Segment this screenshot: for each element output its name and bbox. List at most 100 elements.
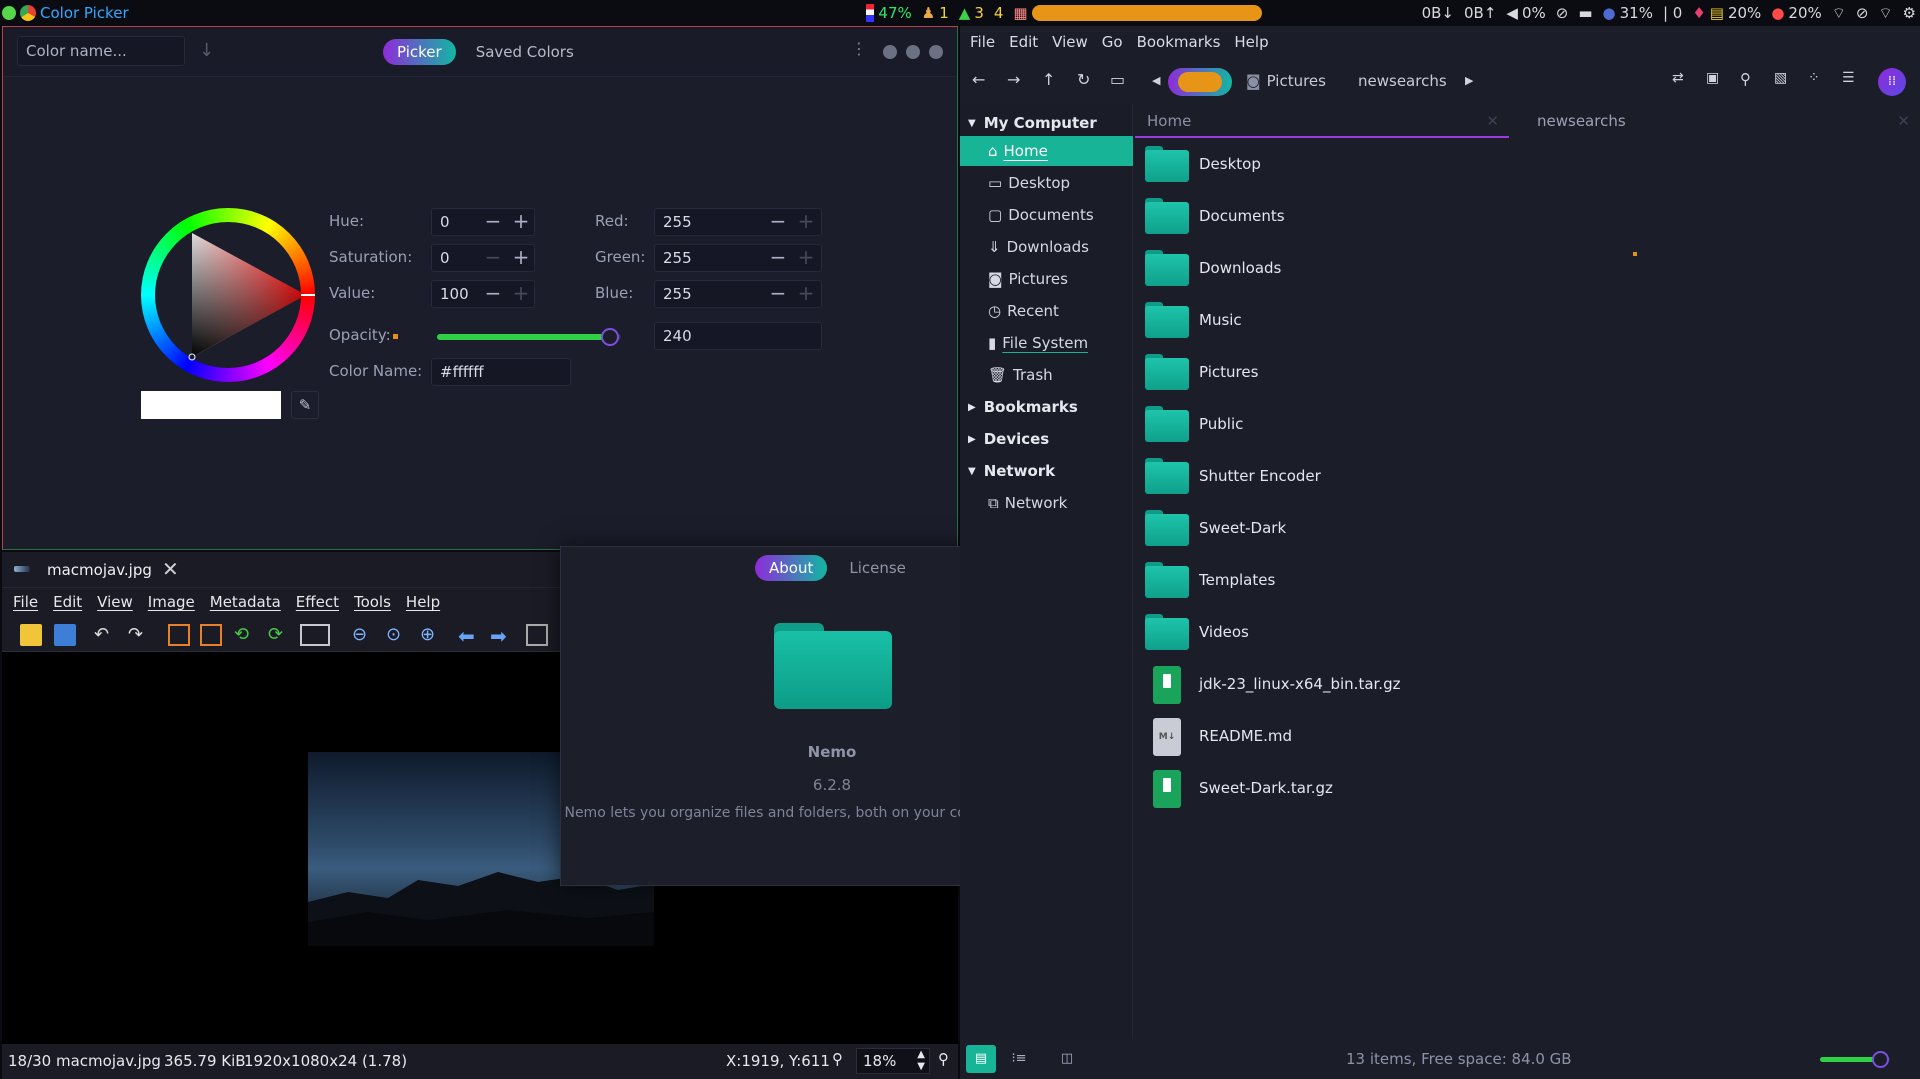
undo-icon[interactable]: ↶	[94, 624, 116, 646]
menu-help[interactable]: Help	[1234, 33, 1268, 51]
red-increment-button[interactable]: +	[792, 208, 820, 236]
tab-newsearchs[interactable]: newsearchs ✕	[1525, 104, 1920, 138]
tab-picker[interactable]: Picker	[383, 39, 456, 65]
brightness-widget[interactable]: ● 31%	[1603, 4, 1653, 22]
hue-decrement-button[interactable]: −	[479, 208, 507, 236]
file-item[interactable]: Shutter Encoder	[1145, 454, 1321, 498]
path-home-button[interactable]	[1168, 68, 1232, 96]
sidebar-item-recent[interactable]: ◷ Recent	[960, 296, 1133, 326]
rotate-left-icon[interactable]: ⟲	[234, 624, 256, 646]
list-view-icon[interactable]: ☰	[1842, 70, 1862, 90]
blue-decrement-button[interactable]: −	[764, 280, 792, 308]
wifi-alt-icon[interactable]: ⌔	[1878, 4, 1892, 23]
tab-saved-colors[interactable]: Saved Colors	[462, 39, 588, 65]
menu-file[interactable]: File	[970, 33, 995, 51]
menu-image[interactable]: Image	[148, 593, 195, 611]
file-item[interactable]: Videos	[1145, 610, 1249, 654]
fit-image-icon[interactable]	[200, 624, 222, 646]
menu-edit[interactable]: Edit	[53, 593, 82, 611]
value-decrement-button[interactable]: −	[479, 280, 507, 308]
menu-effect[interactable]: Effect	[296, 593, 339, 611]
file-item[interactable]: M↓ README.md	[1145, 714, 1292, 758]
file-item[interactable]: Sweet-Dark.tar.gz	[1145, 766, 1333, 810]
tab-about[interactable]: About	[755, 555, 828, 581]
sidebar-section-network[interactable]: ▼ Network	[960, 456, 1133, 486]
sidebar-item-desktop[interactable]: ▭ Desktop	[960, 168, 1133, 198]
color-hex-field[interactable]: #ffffff	[431, 358, 571, 386]
workspace-3[interactable]: 4	[994, 4, 1004, 22]
opacity-slider[interactable]	[437, 328, 621, 346]
menu-bookmarks[interactable]: Bookmarks	[1137, 33, 1221, 51]
red-decrement-button[interactable]: −	[764, 208, 792, 236]
save-down-icon[interactable]: ↓	[199, 40, 214, 61]
calendar-widget[interactable]: ▦	[1013, 4, 1262, 22]
zoom-field[interactable]: 18% ▲ ▼	[856, 1048, 930, 1074]
wifi-icon[interactable]: ⌔	[1832, 4, 1846, 23]
slideshow-icon[interactable]	[300, 624, 330, 646]
menu-file[interactable]: File	[13, 593, 38, 611]
sidebar-item-documents[interactable]: ▢ Documents	[960, 200, 1133, 230]
file-item[interactable]: Pictures	[1145, 350, 1258, 394]
close-tab-icon[interactable]: ✕	[1897, 112, 1910, 130]
open-folder-icon[interactable]	[20, 624, 42, 646]
workspace-2[interactable]: ▲ 3	[959, 4, 984, 22]
value-increment-button[interactable]: +	[507, 280, 535, 308]
menu-go[interactable]: Go	[1102, 33, 1123, 51]
zoom-spin-icon[interactable]: ▲ ▼	[917, 1049, 925, 1073]
settings-icon[interactable]: ⚙	[1903, 4, 1916, 22]
zoom-fit-icon[interactable]: ⊙	[386, 624, 408, 646]
cpu-widget[interactable]: ♦ ▤ 20%	[1692, 4, 1761, 22]
saturation-increment-button[interactable]: +	[507, 244, 535, 272]
file-item[interactable]: Downloads	[1145, 246, 1281, 290]
saturation-decrement-button[interactable]: −	[479, 244, 507, 272]
chrome-icon[interactable]	[20, 5, 36, 21]
close-tab-icon[interactable]: ✕	[1486, 112, 1499, 130]
menu-tools[interactable]: Tools	[354, 593, 391, 611]
icon-view-icon[interactable]: ▧	[1774, 70, 1794, 90]
green-decrement-button[interactable]: −	[764, 244, 792, 272]
sidebar-item-file-system[interactable]: ▮ File System	[960, 328, 1133, 358]
sidebar-section-bookmarks[interactable]: ▶ Bookmarks	[960, 392, 1133, 422]
more-options-icon[interactable]: ⋮	[851, 39, 867, 58]
sidebar-item-downloads[interactable]: ⇓ Downloads	[960, 232, 1133, 262]
save-icon[interactable]	[54, 624, 76, 646]
path-right-icon[interactable]: ▶	[1465, 74, 1485, 94]
hue-increment-button[interactable]: +	[507, 208, 535, 236]
path-pictures-button[interactable]: ◙ Pictures	[1246, 72, 1326, 90]
volume-widget[interactable]: ◀ 0%	[1506, 4, 1545, 22]
grid-view-icon[interactable]: ⁘	[1808, 70, 1828, 90]
menu-edit[interactable]: Edit	[1009, 33, 1038, 51]
file-item[interactable]: Documents	[1145, 194, 1285, 238]
reload-icon[interactable]: ↻	[1077, 70, 1097, 90]
rotate-right-icon[interactable]: ⟳	[268, 624, 290, 646]
up-icon[interactable]: ↑	[1042, 70, 1062, 90]
zoom-slider-knob[interactable]	[1871, 1051, 1889, 1068]
fit-window-icon[interactable]	[168, 624, 190, 646]
color-name-input[interactable]: Color name...	[17, 36, 185, 66]
next-icon[interactable]: ➡	[490, 624, 512, 648]
tab-home[interactable]: Home ✕	[1135, 104, 1509, 138]
sidebar-item-home[interactable]: ⌂ Home	[960, 136, 1133, 166]
sidebar-item-network[interactable]: ⧉ Network	[960, 488, 1133, 518]
temp-widget[interactable]: ● 20%	[1771, 4, 1821, 22]
show-places-button[interactable]: ▤	[966, 1045, 996, 1073]
back-icon[interactable]: ←	[972, 70, 992, 90]
color-wheel[interactable]	[141, 208, 315, 382]
battery-indicator[interactable]: 47%	[866, 4, 912, 22]
search-icon[interactable]: ⚲	[1740, 70, 1760, 90]
sidebar-item-pictures[interactable]: ◙ Pictures	[960, 264, 1133, 294]
thumbnails-icon[interactable]	[526, 624, 548, 646]
previous-icon[interactable]: ⬅	[458, 624, 480, 648]
zoom-in-icon[interactable]: ⊕	[420, 624, 442, 646]
new-folder-icon[interactable]: ▣	[1706, 70, 1726, 90]
workspace-1[interactable]: ♟ 1	[922, 4, 949, 22]
keyboard-icon[interactable]: ▬	[1578, 4, 1592, 22]
file-item[interactable]: Music	[1145, 298, 1242, 342]
file-item[interactable]: Templates	[1145, 558, 1275, 602]
toggle-location-icon[interactable]: ⇄	[1672, 70, 1692, 90]
path-newsearchs-button[interactable]: newsearchs	[1358, 72, 1447, 90]
hide-sidebar-button[interactable]: ◫	[1052, 1045, 1082, 1073]
zoom-out-icon[interactable]: ⊖	[352, 624, 374, 646]
tab-license[interactable]: License	[835, 555, 920, 581]
forward-icon[interactable]: →	[1007, 70, 1027, 90]
